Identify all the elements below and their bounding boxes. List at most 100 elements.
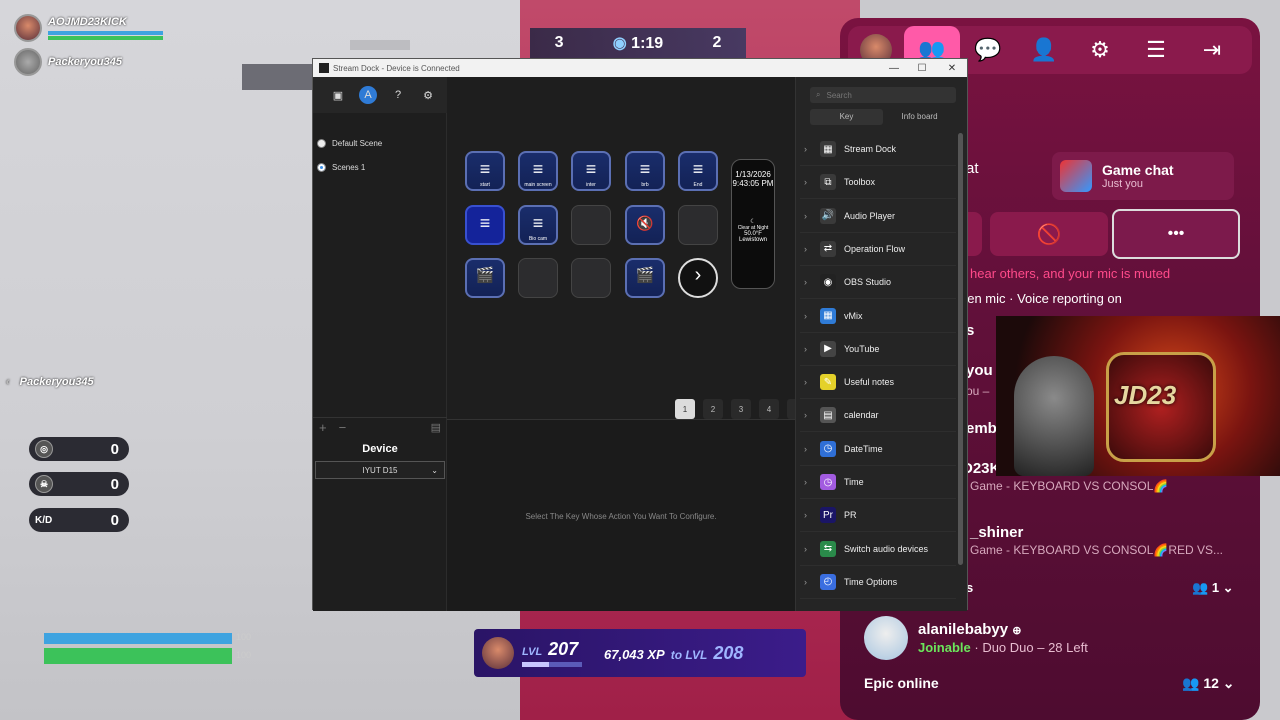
- store-icon[interactable]: ▣: [329, 86, 347, 104]
- chevron-right-icon[interactable]: ›: [804, 477, 812, 487]
- scene-toolbar: ▣ A ? ⚙: [313, 77, 447, 113]
- plugin-category[interactable]: › ▦ vMix: [800, 300, 956, 333]
- stat-value: 0: [110, 440, 119, 458]
- game-chat-card[interactable]: Game chat Just you: [1052, 152, 1234, 200]
- minimize-button[interactable]: —: [879, 59, 909, 77]
- remove-icon[interactable]: −: [339, 420, 347, 435]
- search-input[interactable]: ⌕ Search: [810, 87, 956, 103]
- chevron-right-icon[interactable]: ›: [804, 177, 812, 187]
- chevron-right-icon[interactable]: ›: [804, 211, 812, 221]
- deck-key-empty[interactable]: [518, 258, 558, 298]
- epic-online-count[interactable]: 👥 12 ⌄: [1182, 675, 1235, 692]
- deck-key[interactable]: ≡: [465, 205, 505, 245]
- more-options-button[interactable]: •••: [1112, 209, 1240, 259]
- friend-row[interactable]: alanilebabyy ⊕ Joinable · Duo Duo – 28 L…: [864, 616, 1088, 660]
- radio-icon[interactable]: [317, 163, 326, 172]
- chevron-right-icon[interactable]: ›: [804, 244, 812, 254]
- friend-status-line: Joinable · Duo Duo – 28 Left: [918, 640, 1088, 655]
- import-icon[interactable]: ▤: [431, 421, 441, 434]
- plugin-category[interactable]: › ▦ Stream Dock: [800, 133, 956, 166]
- flow-icon: ⇄: [820, 240, 836, 257]
- chat-icon[interactable]: 💬: [960, 26, 1016, 74]
- clock-key[interactable]: 1/13/2026 9:43:05 PM ☾ Clear at Night 50…: [731, 159, 775, 289]
- layers-icon: ≡: [692, 159, 704, 180]
- chevron-right-icon[interactable]: ›: [804, 510, 812, 520]
- plugin-category[interactable]: › ◴ Time Options: [800, 566, 956, 599]
- shield-bar: [48, 31, 163, 35]
- help-icon[interactable]: ?: [389, 86, 407, 104]
- scrollbar[interactable]: [958, 133, 963, 565]
- chevron-right-icon[interactable]: ›: [804, 410, 812, 420]
- exit-icon[interactable]: ⇥: [1184, 26, 1240, 74]
- chevron-right-icon[interactable]: ›: [804, 277, 812, 287]
- deck-key-empty[interactable]: [571, 258, 611, 298]
- maximize-button[interactable]: ☐: [907, 59, 937, 77]
- chevron-right-icon[interactable]: ›: [804, 444, 812, 454]
- friend-name-partial: _shiner: [970, 524, 1024, 541]
- page-button[interactable]: 3: [731, 399, 751, 419]
- deck-key[interactable]: 🎬: [465, 258, 505, 298]
- page-button[interactable]: 2: [703, 399, 723, 419]
- tab-info-board[interactable]: Info board: [883, 109, 956, 125]
- webcam-logo: JD23: [1114, 380, 1177, 410]
- plugin-category[interactable]: › ▤ calendar: [800, 399, 956, 433]
- page-button[interactable]: 1: [675, 399, 695, 419]
- chevron-right-icon[interactable]: ›: [804, 544, 812, 554]
- deck-key[interactable]: ≡ start: [465, 151, 505, 191]
- scene-item[interactable]: Scenes 1: [317, 163, 365, 172]
- mute-mic-button[interactable]: 🚫: [990, 212, 1108, 256]
- verified-icon: ⊕: [1012, 625, 1022, 637]
- deck-key[interactable]: ≡ End: [678, 151, 718, 191]
- chevron-right-icon[interactable]: ›: [804, 344, 812, 354]
- plugin-category[interactable]: › ✎ Useful notes: [800, 366, 956, 400]
- webcam-overlay: JD23: [996, 316, 1280, 476]
- plugin-category[interactable]: › Pr PR: [800, 499, 956, 533]
- chevron-right-icon[interactable]: ›: [804, 311, 812, 321]
- deck-key-empty[interactable]: [571, 205, 611, 245]
- plugin-category[interactable]: › 🔊 Audio Player: [800, 200, 956, 233]
- page-button[interactable]: 4: [759, 399, 779, 419]
- storm-icon: ◉: [612, 35, 627, 52]
- close-button[interactable]: ✕: [937, 59, 967, 77]
- mic-off-icon: 🚫: [1036, 223, 1062, 246]
- deck-key-empty[interactable]: [678, 205, 718, 245]
- window-title: Stream Dock - Device is Connected: [333, 63, 460, 73]
- section-count[interactable]: 👥 1 ⌄: [1192, 580, 1234, 596]
- youtube-icon: ▶: [820, 340, 836, 357]
- plugin-category[interactable]: › ⧉ Toolbox: [800, 166, 956, 200]
- plugin-category[interactable]: › ▶ YouTube: [800, 333, 956, 366]
- plugin-category[interactable]: › ⇆ Switch audio devices: [800, 533, 956, 566]
- deck-key[interactable]: 🔇: [625, 205, 665, 245]
- next-level: 208: [713, 642, 744, 663]
- deck-key[interactable]: 🎬: [625, 258, 665, 298]
- audio-switch-icon: ⇆: [820, 540, 836, 557]
- device-select[interactable]: IYUT D15 ⌄: [315, 461, 445, 479]
- chevron-right-icon[interactable]: ›: [804, 377, 812, 387]
- health-value: 100: [236, 650, 252, 660]
- plugin-category[interactable]: › ⇄ Operation Flow: [800, 233, 956, 266]
- deck-key[interactable]: ≡ inter: [571, 151, 611, 191]
- menu-icon[interactable]: ☰: [1128, 26, 1184, 74]
- chevron-right-icon[interactable]: ›: [804, 144, 812, 154]
- premiere-icon: Pr: [820, 507, 836, 524]
- layers-icon: ≡: [532, 159, 544, 180]
- plugin-category[interactable]: › ◷ DateTime: [800, 433, 956, 466]
- epic-online-label: Epic online: [864, 675, 939, 691]
- deck-key[interactable]: ≡ Bio cam: [518, 205, 558, 245]
- deck-key[interactable]: ≡ main screen: [518, 151, 558, 191]
- shield-value: 100: [236, 632, 252, 642]
- plugin-category[interactable]: › ◉ OBS Studio: [800, 266, 956, 300]
- plugin-category[interactable]: › ◷ Time: [800, 466, 956, 499]
- layers-icon: ≡: [585, 159, 597, 180]
- plugin-store-icon[interactable]: A: [359, 86, 377, 104]
- chevron-right-icon[interactable]: ›: [804, 577, 812, 587]
- next-page-key[interactable]: ›: [678, 258, 718, 298]
- tab-key[interactable]: Key: [810, 109, 883, 125]
- gear-icon[interactable]: ⚙: [1072, 26, 1128, 74]
- add-icon[interactable]: +: [319, 420, 327, 435]
- add-friend-icon[interactable]: 👤: [1016, 26, 1072, 74]
- gear-icon[interactable]: ⚙: [419, 86, 437, 104]
- scene-item[interactable]: Default Scene: [317, 139, 382, 148]
- deck-key[interactable]: ≡ brb: [625, 151, 665, 191]
- radio-icon[interactable]: [317, 139, 326, 148]
